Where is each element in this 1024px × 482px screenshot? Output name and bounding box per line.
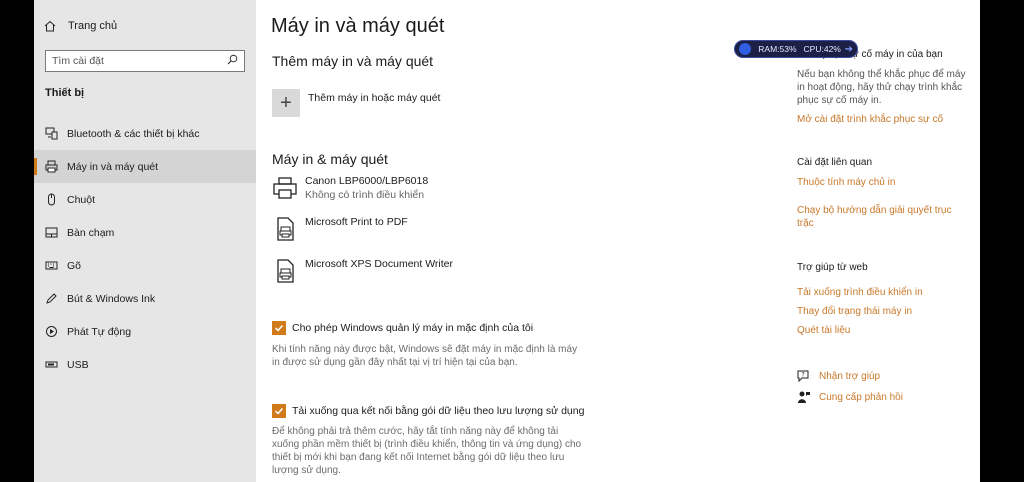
usb-icon <box>44 358 58 372</box>
sidebar-item-label: Bàn chạm <box>67 226 115 239</box>
nav-home-label: Trang chủ <box>68 20 118 32</box>
sidebar-item-touchpad[interactable]: Bàn chạm <box>34 216 256 249</box>
sidebar-item-label: Phát Tự động <box>67 325 132 338</box>
default-printer-description: Khi tính năng này được bật, Windows sẽ đ… <box>272 344 578 368</box>
svg-text:?: ? <box>802 372 805 379</box>
related-link-troubleshooter[interactable]: Chạy bộ hướng dẫn giải quyết trục trặc <box>797 204 967 230</box>
checkbox-label: Cho phép Windows quản lý máy in mặc định… <box>292 322 534 334</box>
printer-status: Không có trình điều khiển <box>305 189 425 201</box>
sidebar-item-label: Bluetooth & các thiết bị khác <box>67 127 200 140</box>
ram-usage: RAM:53% <box>758 44 797 54</box>
section-label-devices: Thiết bị <box>45 87 85 99</box>
right-black-bar <box>980 0 1024 482</box>
troubleshoot-link[interactable]: Mở cài đặt trình khắc phục sự cố <box>797 113 967 126</box>
touchpad-icon <box>44 226 58 240</box>
sidebar-item-label: Gõ <box>67 259 82 272</box>
printer-item-xps[interactable]: Microsoft XPS Document Writer <box>272 258 453 284</box>
sidebar-item-printers[interactable]: Máy in và máy quét <box>34 150 256 183</box>
feedback-label: Cung cấp phản hồi <box>819 391 903 403</box>
printer-name: Microsoft XPS Document Writer <box>305 258 454 270</box>
troubleshoot-text: Nếu bạn không thể khắc phục để máy in ho… <box>797 69 966 106</box>
add-printer-button[interactable]: + Thêm máy in hoặc máy quét <box>272 89 440 117</box>
feedback-person-icon <box>797 390 811 404</box>
troubleshoot-section: Khắc phục sự cố máy in của bạn Nếu bạn k… <box>797 48 967 126</box>
sidebar-item-label: Chuột <box>67 193 96 206</box>
get-help-label: Nhận trợ giúp <box>819 370 881 382</box>
search-settings-input[interactable]: Tìm cài đặt <box>45 50 245 72</box>
sidebar-item-bluetooth[interactable]: Bluetooth & các thiết bị khác <box>34 117 256 150</box>
printer-icon <box>44 160 58 174</box>
pen-icon <box>44 292 58 306</box>
search-placeholder: Tìm cài đặt <box>52 55 104 67</box>
home-icon <box>44 20 58 32</box>
left-black-bar <box>0 0 34 482</box>
settings-sidebar: Trang chủ Tìm cài đặt Thiết bị Bluetooth… <box>34 0 256 482</box>
checkmark-icon <box>272 321 286 335</box>
printer-document-icon <box>272 216 298 242</box>
related-link-print-server[interactable]: Thuộc tính máy chủ in <box>797 176 967 189</box>
microphone-icon <box>739 43 751 55</box>
sidebar-item-label: USB <box>67 358 89 371</box>
autoplay-icon <box>44 325 58 339</box>
page-title: Máy in và máy quét <box>271 15 445 37</box>
cpu-usage: CPU:42% <box>803 44 841 54</box>
sidebar-item-pen[interactable]: Bút & Windows Ink <box>34 282 256 315</box>
get-help-link[interactable]: ? Nhận trợ giúp <box>797 369 880 383</box>
checkmark-icon <box>272 404 286 418</box>
add-section-heading: Thêm máy in và máy quét <box>272 53 434 69</box>
nav-home[interactable]: Trang chủ <box>44 20 117 32</box>
checkbox-label: Tải xuống qua kết nối bằng gói dữ liệu t… <box>292 405 585 417</box>
printer-item-canon[interactable]: Canon LBP6000/LBP6018 Không có trình điề… <box>272 175 428 201</box>
arrow-right-icon: ➔ <box>844 43 854 55</box>
feedback-link[interactable]: Cung cấp phản hồi <box>797 390 903 404</box>
metered-download-checkbox[interactable]: Tải xuống qua kết nối bằng gói dữ liệu t… <box>272 404 584 418</box>
default-printer-checkbox[interactable]: Cho phép Windows quản lý máy in mặc định… <box>272 321 533 335</box>
printer-name: Microsoft Print to PDF <box>305 216 408 228</box>
plus-icon: + <box>272 89 300 117</box>
printer-icon <box>272 175 298 201</box>
sidebar-item-mouse[interactable]: Chuột <box>34 183 256 216</box>
chat-help-icon: ? <box>797 369 811 383</box>
related-settings-section: Cài đặt liên quan Thuộc tính máy chủ in … <box>797 156 967 230</box>
sidebar-item-autoplay[interactable]: Phát Tự động <box>34 315 256 348</box>
sidebar-item-typing[interactable]: Gõ <box>34 249 256 282</box>
related-heading: Cài đặt liên quan <box>797 157 873 168</box>
main-content: Máy in và máy quét Thêm máy in và máy qu… <box>256 0 980 482</box>
mouse-icon <box>44 193 58 207</box>
web-help-heading: Trợ giúp từ web <box>797 262 868 273</box>
keyboard-icon <box>44 259 58 273</box>
selected-indicator <box>34 158 37 175</box>
bluetooth-devices-icon <box>44 127 58 141</box>
web-help-link-scan[interactable]: Quét tài liệu <box>797 324 967 337</box>
sidebar-item-label: Máy in và máy quét <box>67 160 159 173</box>
printer-item-pdf[interactable]: Microsoft Print to PDF <box>272 216 408 242</box>
search-icon[interactable] <box>227 54 238 68</box>
sidebar-item-label: Bút & Windows Ink <box>67 292 156 305</box>
printer-name: Canon LBP6000/LBP6018 <box>305 175 429 187</box>
sidebar-item-usb[interactable]: USB <box>34 348 256 381</box>
metered-download-description: Để không phải trả thêm cước, hãy tắt tín… <box>272 426 582 476</box>
add-printer-label: Thêm máy in hoặc máy quét <box>308 92 441 104</box>
web-help-link-status[interactable]: Thay đổi trạng thái máy in <box>797 305 967 318</box>
printer-document-icon <box>272 258 298 284</box>
printers-list-heading: Máy in & máy quét <box>272 151 388 167</box>
system-monitor-widget[interactable]: RAM:53% CPU:42% ➔ <box>734 40 858 58</box>
web-help-section: Trợ giúp từ web Tải xuống trình điều khi… <box>797 261 967 337</box>
web-help-link-drivers[interactable]: Tải xuống trình điều khiển in <box>797 286 967 299</box>
